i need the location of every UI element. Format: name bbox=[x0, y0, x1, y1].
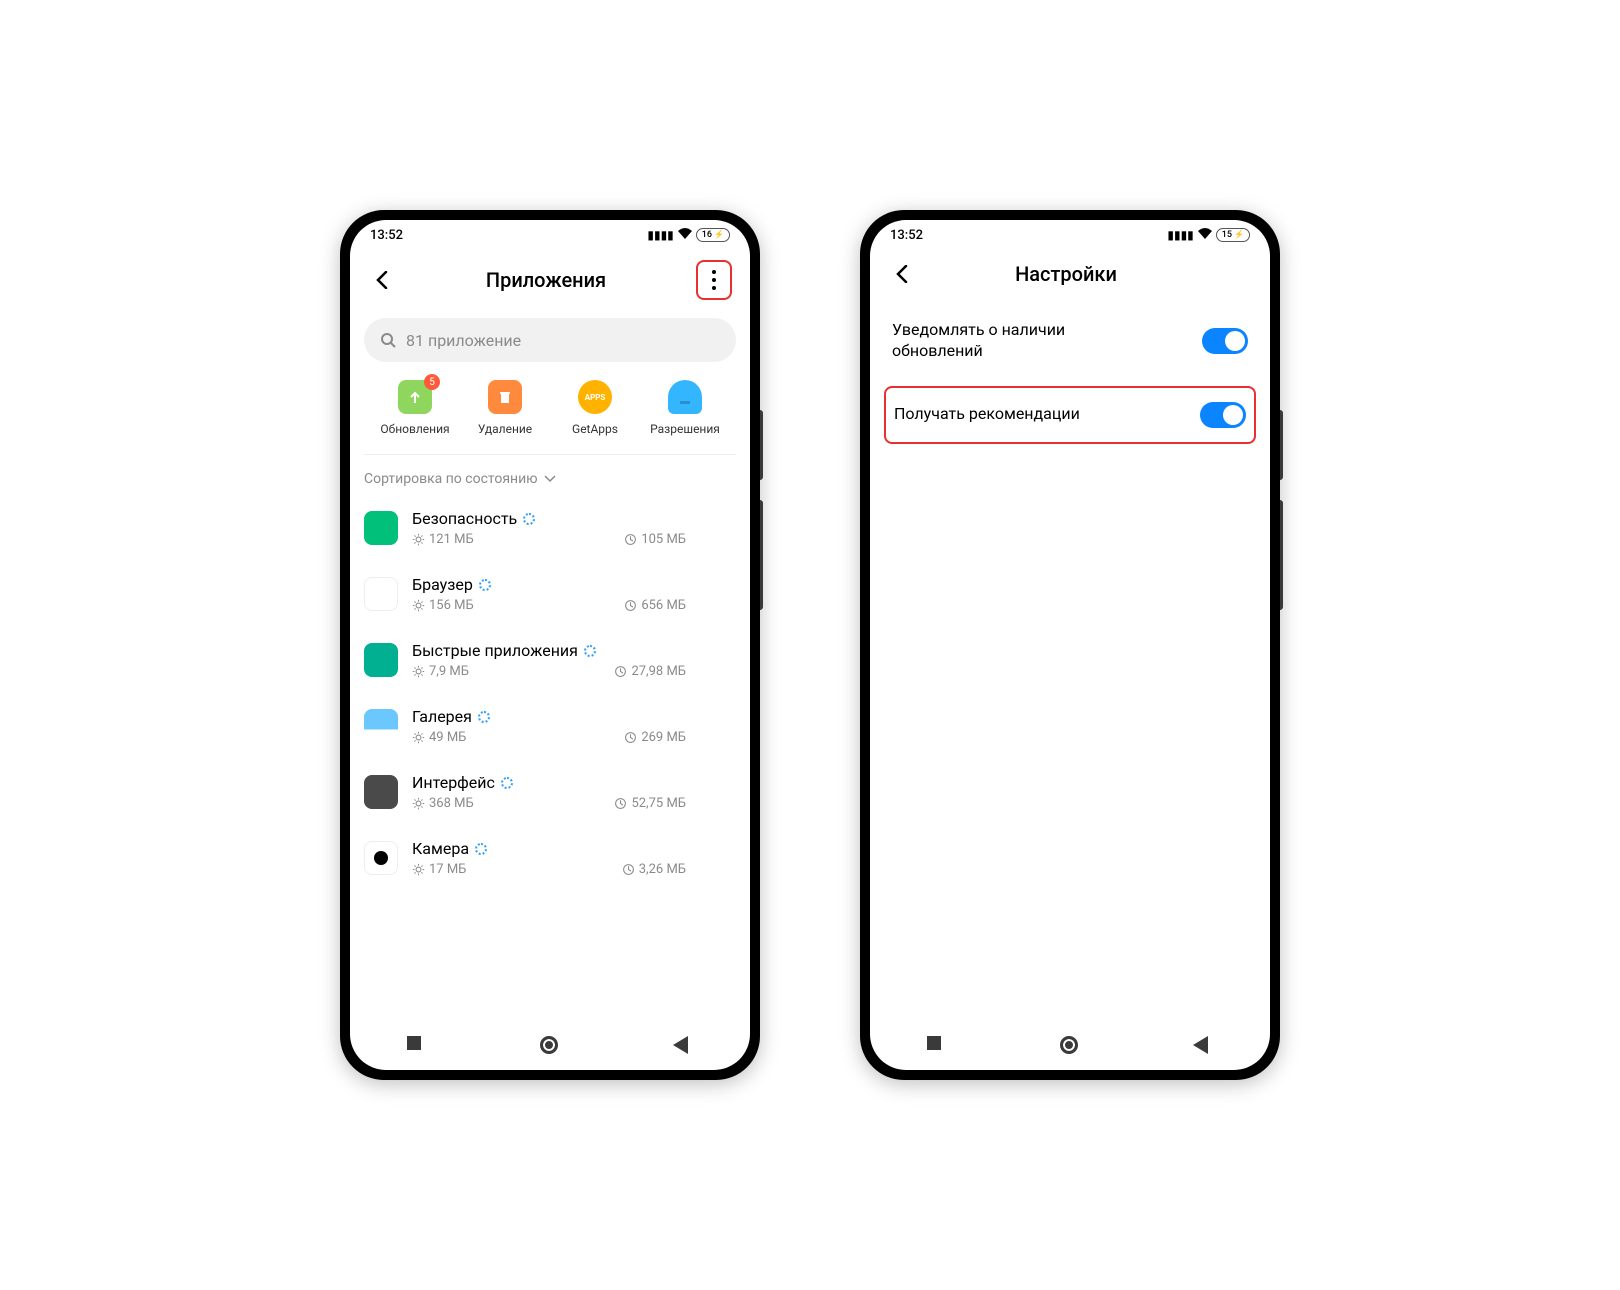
signal-icon: ▮▮▮▮ bbox=[647, 228, 673, 242]
status-time: 13:52 bbox=[370, 228, 403, 243]
toggle-switch[interactable] bbox=[1202, 328, 1248, 354]
app-icon bbox=[364, 643, 398, 677]
trash-icon bbox=[488, 380, 522, 414]
app-data-size: 52,75 МБ bbox=[614, 796, 686, 811]
wifi-icon bbox=[1198, 228, 1212, 242]
toggle-switch[interactable] bbox=[1200, 402, 1246, 428]
nav-recent-button[interactable] bbox=[927, 1036, 947, 1056]
screen-apps: 13:52 ▮▮▮▮ 16⚡ Приложения 81 прило bbox=[350, 220, 750, 1070]
app-data-size: 269 МБ bbox=[624, 730, 686, 745]
app-list[interactable]: Безопасность 121 МБ 105 МБ Браузер 156 М… bbox=[350, 495, 750, 1022]
app-icon bbox=[364, 841, 398, 875]
sort-dropdown[interactable]: Сортировка по состоянию bbox=[364, 471, 736, 487]
app-storage-size: 368 МБ bbox=[412, 796, 474, 811]
app-icon bbox=[364, 577, 398, 611]
nav-back-button[interactable] bbox=[673, 1036, 693, 1056]
battery-badge: 16⚡ bbox=[696, 228, 730, 242]
search-icon bbox=[380, 332, 396, 348]
loading-spinner-icon bbox=[478, 711, 490, 723]
back-button[interactable] bbox=[368, 266, 396, 294]
phone-frame-right: 13:52 ▮▮▮▮ 15⚡ Настройки Уведомлять о на… bbox=[860, 210, 1280, 1080]
loading-spinner-icon bbox=[523, 513, 535, 525]
app-name: Камера bbox=[412, 839, 736, 858]
app-storage-size: 156 МБ bbox=[412, 598, 474, 613]
nav-home-button[interactable] bbox=[1060, 1036, 1080, 1056]
app-storage-size: 121 МБ bbox=[412, 532, 474, 547]
app-name: Безопасность bbox=[412, 509, 736, 528]
quick-delete[interactable]: Удаление bbox=[462, 380, 548, 436]
loading-spinner-icon bbox=[475, 843, 487, 855]
back-button[interactable] bbox=[888, 260, 916, 288]
quick-updates[interactable]: 5 Обновления bbox=[372, 380, 458, 436]
chevron-down-icon bbox=[544, 471, 556, 487]
screen-settings: 13:52 ▮▮▮▮ 15⚡ Настройки Уведомлять о на… bbox=[870, 220, 1270, 1070]
page-title: Настройки bbox=[1015, 262, 1117, 286]
navbar bbox=[870, 1022, 1270, 1070]
setting-label: Уведомлять о наличии обновлений bbox=[892, 320, 1132, 362]
app-name: Галерея bbox=[412, 707, 736, 726]
updates-icon: 5 bbox=[398, 380, 432, 414]
page-title: Приложения bbox=[486, 268, 606, 292]
header: Настройки bbox=[870, 250, 1270, 302]
nav-recent-button[interactable] bbox=[407, 1036, 427, 1056]
nav-home-button[interactable] bbox=[540, 1036, 560, 1056]
quick-label: Обновления bbox=[380, 422, 449, 436]
app-row[interactable]: Галерея 49 МБ 269 МБ bbox=[364, 693, 736, 759]
status-bar: 13:52 ▮▮▮▮ 16⚡ bbox=[350, 220, 750, 250]
more-menu-button[interactable] bbox=[696, 260, 732, 300]
quick-label: Разрешения bbox=[650, 422, 720, 436]
app-name: Браузер bbox=[412, 575, 736, 594]
app-storage-size: 7,9 МБ bbox=[412, 664, 469, 679]
permissions-icon bbox=[668, 380, 702, 414]
wifi-icon bbox=[678, 228, 692, 242]
loading-spinner-icon bbox=[501, 777, 513, 789]
app-name: Быстрые приложения bbox=[412, 641, 736, 660]
loading-spinner-icon bbox=[584, 645, 596, 657]
quick-label: Удаление bbox=[478, 422, 532, 436]
search-input[interactable]: 81 приложение bbox=[364, 318, 736, 362]
quick-getapps[interactable]: APPS GetApps bbox=[552, 380, 638, 436]
app-name: Интерфейс bbox=[412, 773, 736, 792]
app-storage-size: 17 МБ bbox=[412, 862, 466, 877]
app-row[interactable]: Браузер 156 МБ 656 МБ bbox=[364, 561, 736, 627]
loading-spinner-icon bbox=[479, 579, 491, 591]
quick-actions: 5 Обновления Удаление APPS GetApps bbox=[364, 380, 736, 455]
status-bar: 13:52 ▮▮▮▮ 15⚡ bbox=[870, 220, 1270, 250]
app-icon bbox=[364, 511, 398, 545]
nav-back-button[interactable] bbox=[1193, 1036, 1213, 1056]
battery-badge: 15⚡ bbox=[1216, 228, 1250, 242]
sort-label: Сортировка по состоянию bbox=[364, 471, 538, 487]
app-icon bbox=[364, 709, 398, 743]
getapps-icon: APPS bbox=[578, 380, 612, 414]
app-icon bbox=[364, 775, 398, 809]
status-time: 13:52 bbox=[890, 228, 923, 243]
app-row[interactable]: Быстрые приложения 7,9 МБ 27,98 МБ bbox=[364, 627, 736, 693]
phone-frame-left: 13:52 ▮▮▮▮ 16⚡ Приложения 81 прило bbox=[340, 210, 760, 1080]
app-data-size: 656 МБ bbox=[624, 598, 686, 613]
setting-row: Получать рекомендации bbox=[884, 386, 1256, 444]
settings-list: Уведомлять о наличии обновлений Получать… bbox=[870, 302, 1270, 448]
app-data-size: 105 МБ bbox=[624, 532, 686, 547]
setting-row: Уведомлять о наличии обновлений bbox=[884, 306, 1256, 376]
search-placeholder: 81 приложение bbox=[406, 331, 521, 350]
setting-label: Получать рекомендации bbox=[894, 404, 1080, 425]
quick-permissions[interactable]: Разрешения bbox=[642, 380, 728, 436]
app-row[interactable]: Интерфейс 368 МБ 52,75 МБ bbox=[364, 759, 736, 825]
navbar bbox=[350, 1022, 750, 1070]
signal-icon: ▮▮▮▮ bbox=[1167, 228, 1193, 242]
app-data-size: 3,26 МБ bbox=[622, 862, 686, 877]
app-storage-size: 49 МБ bbox=[412, 730, 466, 745]
app-row[interactable]: Камера 17 МБ 3,26 МБ bbox=[364, 825, 736, 891]
updates-badge: 5 bbox=[424, 374, 440, 390]
app-row[interactable]: Безопасность 121 МБ 105 МБ bbox=[364, 495, 736, 561]
header: Приложения bbox=[350, 250, 750, 314]
quick-label: GetApps bbox=[572, 422, 618, 436]
app-data-size: 27,98 МБ bbox=[614, 664, 686, 679]
